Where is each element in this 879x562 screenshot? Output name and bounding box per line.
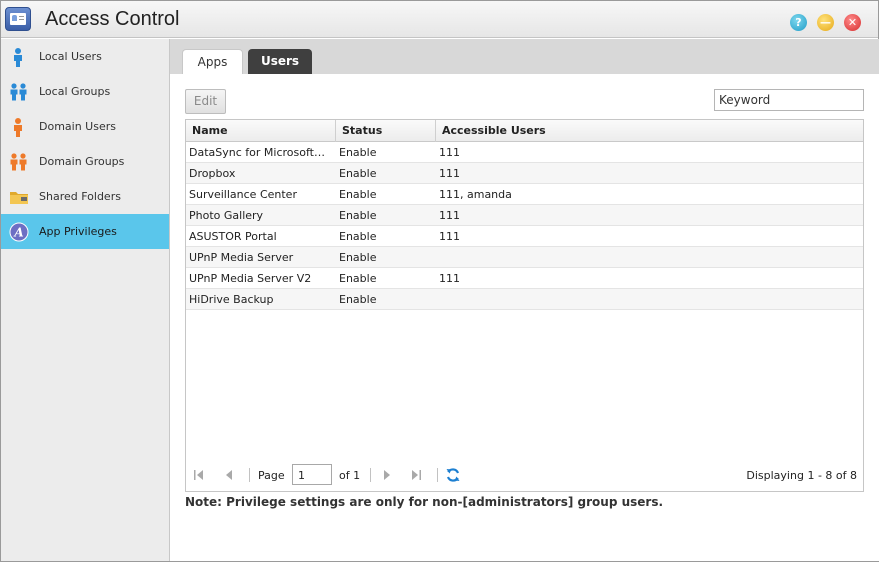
page-label: Page (258, 469, 285, 482)
access-control-window: Access Control ? — ✕ Local Users Local G… (0, 0, 879, 562)
cell-name: UPnP Media Server V2 (189, 272, 312, 285)
table-row[interactable]: HiDrive Backup Enable (186, 289, 863, 310)
keyword-search-input[interactable] (714, 89, 864, 111)
folder-icon (10, 192, 28, 204)
last-page-icon[interactable] (409, 468, 423, 482)
cell-status: Enable (339, 293, 377, 306)
first-page-icon[interactable] (192, 468, 206, 482)
page-count-label: of 1 (339, 469, 361, 482)
access-control-icon (5, 7, 31, 31)
sidebar-item-local-users[interactable]: Local Users (1, 39, 169, 74)
refresh-icon[interactable] (445, 467, 461, 483)
sidebar-item-label: Shared Folders (39, 190, 121, 203)
user-icon (14, 48, 22, 67)
pager-divider (370, 468, 371, 482)
cell-name: ASUSTOR Portal (189, 230, 277, 243)
table-row[interactable]: Surveillance Center Enable 111, amanda (186, 184, 863, 205)
column-header-accessible-users[interactable]: Accessible Users (436, 120, 863, 142)
cell-name: Surveillance Center (189, 188, 297, 201)
group-icon (10, 83, 27, 101)
cell-accessible-users: 111 (439, 209, 460, 222)
table-row[interactable]: UPnP Media Server V2 Enable 111 (186, 268, 863, 289)
table-row[interactable]: ASUSTOR Portal Enable 111 (186, 226, 863, 247)
cell-accessible-users: 111 (439, 230, 460, 243)
pager-divider (249, 468, 250, 482)
sidebar-item-local-groups[interactable]: Local Groups (1, 74, 169, 109)
next-page-icon[interactable] (380, 468, 394, 482)
cell-name: Photo Gallery (189, 209, 264, 222)
tab-apps[interactable]: Apps (182, 49, 243, 74)
sidebar-item-label: Local Groups (39, 85, 111, 98)
cell-status: Enable (339, 251, 377, 264)
close-button[interactable]: ✕ (844, 14, 861, 31)
window-title: Access Control (45, 8, 180, 30)
apps-table: Name Status Accessible Users DataSync fo… (185, 119, 864, 492)
displaying-count: Displaying 1 - 8 of 8 (746, 469, 857, 482)
cell-accessible-users (436, 247, 856, 268)
cell-status: Enable (339, 167, 377, 180)
cell-accessible-users: 111, amanda (439, 188, 512, 201)
svg-text:A: A (13, 226, 23, 240)
app-privileges-icon: A (9, 222, 29, 242)
cell-status: Enable (339, 146, 377, 159)
sidebar: Local Users Local Groups Domain Users Do… (1, 39, 170, 561)
sidebar-item-label: Domain Groups (39, 155, 125, 168)
column-header-status[interactable]: Status (336, 120, 436, 142)
cell-status: Enable (339, 272, 377, 285)
pager-divider (437, 468, 438, 482)
privilege-note: Note: Privilege settings are only for no… (185, 495, 664, 509)
pagination-bar: Page of 1 Displaying 1 - 8 of 8 (186, 460, 863, 490)
cell-status: Enable (339, 188, 377, 201)
title-bar: Access Control ? — ✕ (1, 1, 878, 38)
tab-users[interactable]: Users (248, 49, 312, 74)
cell-accessible-users: 111 (439, 146, 460, 159)
table-row[interactable]: DataSync for Microsoft… Enable 111 (186, 142, 863, 163)
cell-accessible-users: 111 (439, 272, 460, 285)
cell-name: HiDrive Backup (189, 293, 274, 306)
cell-accessible-users (436, 289, 856, 310)
table-row[interactable]: Dropbox Enable 111 (186, 163, 863, 184)
previous-page-icon[interactable] (222, 468, 236, 482)
table-row[interactable]: UPnP Media Server Enable (186, 247, 863, 268)
sidebar-item-label: Domain Users (39, 120, 116, 133)
cell-accessible-users: 111 (439, 167, 460, 180)
edit-button[interactable]: Edit (185, 89, 226, 114)
domain-group-icon (10, 153, 27, 171)
domain-user-icon (14, 118, 22, 137)
sidebar-item-app-privileges[interactable]: A App Privileges (1, 214, 169, 249)
cell-name: DataSync for Microsoft… (189, 146, 325, 159)
apps-panel: Edit Name Status Accessible Users DataSy… (170, 74, 879, 561)
sidebar-item-label: Local Users (39, 50, 102, 63)
page-number-input[interactable] (292, 464, 332, 485)
cell-name: UPnP Media Server (189, 251, 294, 264)
cell-status: Enable (339, 209, 377, 222)
tab-strip: Apps Users (170, 39, 879, 74)
minimize-button[interactable]: — (817, 14, 834, 31)
table-row[interactable]: Photo Gallery Enable 111 (186, 205, 863, 226)
sidebar-item-shared-folders[interactable]: Shared Folders (1, 179, 169, 214)
cell-name: Dropbox (189, 167, 236, 180)
column-header-name[interactable]: Name (186, 120, 336, 142)
sidebar-item-label: App Privileges (39, 225, 117, 238)
table-header: Name Status Accessible Users (186, 120, 863, 142)
sidebar-item-domain-users[interactable]: Domain Users (1, 109, 169, 144)
sidebar-item-domain-groups[interactable]: Domain Groups (1, 144, 169, 179)
cell-status: Enable (339, 230, 377, 243)
help-button[interactable]: ? (790, 14, 807, 31)
